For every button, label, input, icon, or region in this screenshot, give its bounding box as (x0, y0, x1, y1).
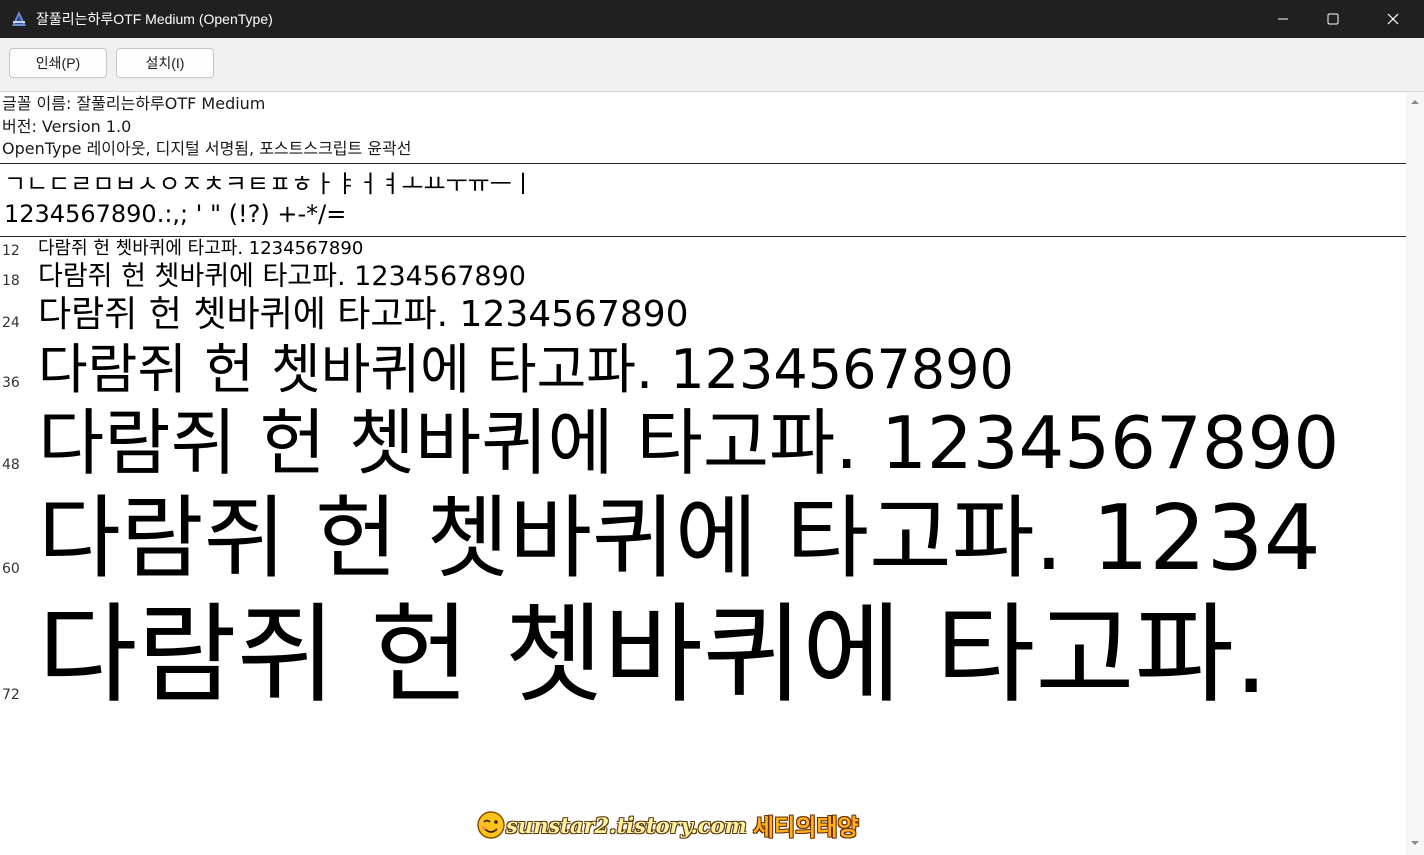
close-icon (1387, 13, 1399, 25)
sample-text: 다람쥐 헌 쳇바퀴에 타고파. 1234 (38, 486, 1321, 591)
print-button[interactable]: 인쇄(P) (9, 48, 107, 78)
sample-text: 다람쥐 헌 쳇바퀴에 타고파. 1234567890 (38, 261, 526, 292)
minimize-button[interactable] (1260, 0, 1306, 38)
size-label: 60 (2, 561, 20, 577)
minimize-icon (1278, 18, 1288, 20)
toolbar: 인쇄(P) 설치(I) (0, 38, 1424, 92)
sample-text: 다람쥐 헌 쳇바퀴에 타고파. 1234567890 (38, 294, 689, 335)
scroll-down-arrow-icon[interactable] (1406, 835, 1424, 851)
watermark-name: 세티의태양 (752, 815, 859, 841)
sample-text: 다람쥐 헌 쳇바퀴에 타고파. 1234567890 (38, 401, 1340, 485)
sample-text: 다람쥐 헌 쳇바퀴에 타고파. 1234567890 (38, 338, 1014, 401)
watermark-url: sunstar2.tistory.com (506, 812, 747, 838)
size-label: 48 (2, 457, 20, 473)
window-title: 잘풀리는하루OTF Medium (OpenType) (36, 11, 273, 27)
sample-text: 다람쥐 헌 쳇바퀴에 타고파. 1234567890 (38, 238, 364, 259)
size-label: 18 (2, 273, 20, 289)
font-name-line: 글꼴 이름: 잘풀리는하루OTF Medium (2, 94, 266, 113)
size-label: 24 (2, 315, 20, 331)
font-type-line: OpenType 레이아웃, 디지털 서명됨, 포스트스크립트 윤곽선 (2, 139, 412, 158)
size-label: 12 (2, 243, 20, 259)
font-viewer-icon (12, 11, 26, 26)
maximize-icon (1327, 13, 1339, 25)
size-label: 72 (2, 687, 20, 703)
close-button[interactable] (1370, 0, 1416, 38)
version-line: 버전: Version 1.0 (2, 117, 132, 136)
divider (0, 236, 1406, 237)
vertical-scrollbar[interactable] (1406, 92, 1424, 855)
divider (0, 163, 1406, 164)
font-preview-area: 글꼴 이름: 잘풀리는하루OTF Medium 버전: Version 1.0 … (0, 92, 1406, 855)
scroll-up-arrow-icon[interactable] (1406, 94, 1424, 110)
watermark: sunstar2.tistory.com 세티의태양 (476, 808, 859, 842)
digits-punct-charset: 1234567890.:,; ' " (!?) +-*/= (4, 200, 347, 228)
install-button[interactable]: 설치(I) (116, 48, 214, 78)
smiley-icon (477, 811, 505, 839)
maximize-button[interactable] (1310, 0, 1356, 38)
title-bar: 잘풀리는하루OTF Medium (OpenType) (0, 0, 1424, 38)
jamo-charset: ㄱㄴㄷㄹㅁㅂㅅㅇㅈㅊㅋㅌㅍㅎㅏㅑㅓㅕㅗㅛㅜㅠㅡㅣ (4, 170, 534, 198)
sample-text: 다람쥐 헌 쳇바퀴에 타고파. (38, 593, 1269, 718)
size-label: 36 (2, 375, 20, 391)
